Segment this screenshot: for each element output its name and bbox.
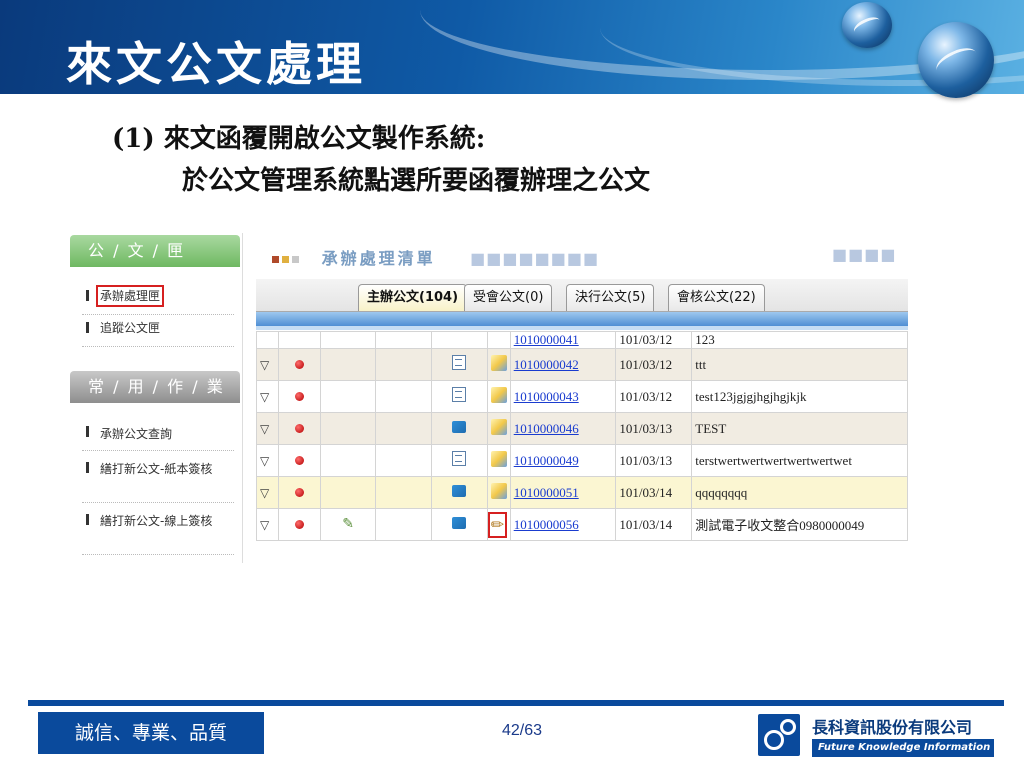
tab-main-docs[interactable]: 主辦公文(104) <box>358 284 468 311</box>
slide-subtitle: (1) 來文函覆開啟公文製作系統: 於公文管理系統點選所要函覆辦理之公文 <box>112 118 650 202</box>
flag-icon[interactable]: ▽ <box>260 422 269 436</box>
doc-number-link[interactable]: 1010000051 <box>514 485 579 500</box>
doc-number-link[interactable]: 1010000042 <box>514 357 579 372</box>
sidebar-item-query[interactable]: 承辦公文查詢 <box>82 421 234 451</box>
sidebar-item-label: 承辦處理匣 <box>95 285 165 307</box>
document-table: 1010000041 101/03/12 123 ▽ 1010000042 101/… <box>256 331 908 541</box>
doc-date: 101/03/12 <box>615 331 693 349</box>
tab-countersign-docs[interactable]: 受會公文(0) <box>464 284 553 311</box>
table-row[interactable]: ▽ 1010000049 101/03/13 terstwertwertwert… <box>256 444 908 477</box>
sidebar-item-label: 繕打新公文-紙本簽核 <box>100 462 213 476</box>
tab-approve-docs[interactable]: 決行公文(5) <box>566 284 655 311</box>
tab-bar: 主辦公文(104) 受會公文(0) 決行公文(5) 會核公文(22) <box>256 279 908 312</box>
page-number: 42/63 <box>502 722 543 739</box>
sidebar-section-folders[interactable]: 公 / 文 / 匣 <box>70 235 240 267</box>
tab-review-docs[interactable]: 會核公文(22) <box>668 284 765 311</box>
sidebar-item-tracking-box[interactable]: 追蹤公文匣 <box>82 317 234 347</box>
company-name: 長科資訊股份有限公司 <box>812 718 973 737</box>
table-row[interactable]: ▽ 1010000051 101/03/14 qqqqqqqq <box>256 476 908 509</box>
flag-icon[interactable]: ▽ <box>260 518 269 532</box>
sidebar-item-new-paper[interactable]: 繕打新公文-紙本簽核 <box>82 457 234 503</box>
document-icon[interactable] <box>452 451 467 466</box>
subtitle-line-1: (1) 來文函覆開啟公文製作系統: <box>112 124 486 154</box>
mail-icon[interactable] <box>452 420 467 433</box>
doc-subject: TEST <box>691 412 908 445</box>
flag-icon[interactable]: ▽ <box>260 454 269 468</box>
document-icon[interactable] <box>452 355 467 370</box>
document-icon[interactable] <box>452 387 467 402</box>
table-row[interactable]: 1010000041 101/03/12 123 <box>256 331 908 349</box>
globe-icon-small <box>842 2 892 48</box>
flag-icon[interactable]: ▽ <box>260 390 269 404</box>
doc-subject: ttt <box>691 348 908 381</box>
doc-subject: terstwertwertwertwertwertwet <box>691 444 908 477</box>
doc-date: 101/03/12 <box>615 380 693 413</box>
title-dots-right: ■■■■ <box>832 245 897 264</box>
doc-subject: 123 <box>691 331 908 349</box>
status-dot-icon <box>294 455 304 465</box>
header-square <box>292 256 299 263</box>
doc-number-link[interactable]: 1010000046 <box>514 421 579 436</box>
pencil-reply-icon[interactable]: ✏ <box>488 511 508 538</box>
mail-icon[interactable] <box>452 516 467 529</box>
edit-document-icon[interactable] <box>490 450 507 467</box>
embedded-screenshot: 公 / 文 / 匣 承辦處理匣 追蹤公文匣 常 / 用 / 作 / 業 承辦公文… <box>68 233 912 563</box>
status-dot-icon <box>294 391 304 401</box>
list-title: 承辦處理清單 <box>321 249 436 268</box>
flag-icon[interactable]: ▽ <box>260 358 269 372</box>
sidebar-section-common-tasks[interactable]: 常 / 用 / 作 / 業 <box>70 371 240 403</box>
attachment-clip-icon[interactable]: ✎ <box>342 517 354 532</box>
doc-number-link[interactable]: 1010000049 <box>514 453 579 468</box>
sidebar-item-new-online[interactable]: 繕打新公文-線上簽核 <box>82 509 234 555</box>
flag-icon[interactable]: ▽ <box>260 486 269 500</box>
doc-subject: qqqqqqqq <box>691 476 908 509</box>
doc-number-link[interactable]: 1010000043 <box>514 389 579 404</box>
doc-number-link[interactable]: 1010000056 <box>514 517 579 532</box>
sidebar-item-label: 追蹤公文匣 <box>100 321 161 335</box>
sidebar-item-label: 繕打新公文-線上簽核 <box>100 514 213 528</box>
table-row[interactable]: ▽ 1010000046 101/03/13 TEST <box>256 412 908 445</box>
company-name-english: Future Knowledge Information Co., <box>812 739 994 771</box>
doc-date: 101/03/14 <box>615 476 693 509</box>
subtitle-line-2: 於公文管理系統點選所要函覆辦理之公文 <box>182 166 651 196</box>
doc-date: 101/03/13 <box>615 412 693 445</box>
status-dot-icon <box>294 423 304 433</box>
edit-document-icon[interactable] <box>490 418 507 435</box>
table-row[interactable]: ▽ 1010000042 101/03/12 ttt <box>256 348 908 381</box>
company-logo-icon <box>758 714 800 756</box>
footer-motto: 誠信、專業、品質 <box>38 712 264 754</box>
main-panel: 承辦處理清單 ■■■■■■■■ ■■■■ 主辦公文(104) 受會公文(0) 決… <box>256 233 912 563</box>
header-square <box>272 256 279 263</box>
doc-subject: test123jgjgjhgjhgjkjk <box>691 380 908 413</box>
status-dot-icon <box>294 359 304 369</box>
doc-date: 101/03/14 <box>615 508 693 541</box>
sidebar-item-label: 承辦公文查詢 <box>100 427 173 441</box>
sidebar: 公 / 文 / 匣 承辦處理匣 追蹤公文匣 常 / 用 / 作 / 業 承辦公文… <box>68 233 243 563</box>
doc-number-link[interactable]: 1010000041 <box>514 333 579 348</box>
globe-icon-large <box>918 22 994 98</box>
status-dot-icon <box>294 519 304 529</box>
slide-title: 來文公文處理 <box>66 37 366 91</box>
doc-date: 101/03/13 <box>615 444 693 477</box>
table-header-bar-bottom <box>256 326 908 330</box>
footer-divider <box>28 700 1004 706</box>
table-row[interactable]: ▽ 1010000043 101/03/12 test123jgjgjhgjhg… <box>256 380 908 413</box>
doc-subject: 測試電子收文整合0980000049 <box>691 508 908 541</box>
title-dots: ■■■■■■■■ <box>470 249 600 268</box>
edit-document-icon[interactable] <box>490 386 507 403</box>
mail-icon[interactable] <box>452 484 467 497</box>
edit-document-icon[interactable] <box>490 354 507 371</box>
table-header-bar <box>256 312 908 326</box>
status-dot-icon <box>294 487 304 497</box>
doc-date: 101/03/12 <box>615 348 693 381</box>
table-row[interactable]: ▽ ✎ ✏ 1010000056 101/03/14 測試電子收文整合09800… <box>256 508 908 541</box>
edit-document-icon[interactable] <box>490 482 507 499</box>
sidebar-item-processing-box[interactable]: 承辦處理匣 <box>82 285 234 315</box>
header-square <box>282 256 289 263</box>
list-header: 承辦處理清單 ■■■■■■■■ ■■■■ <box>272 245 895 269</box>
